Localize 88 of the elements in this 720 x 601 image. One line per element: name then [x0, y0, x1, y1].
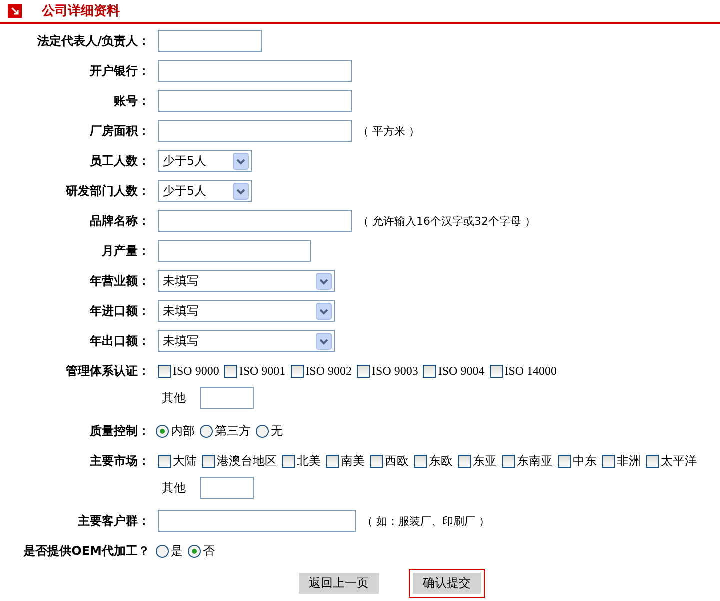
hint-text: （ 如：服装厂、印刷厂 ）: [362, 514, 490, 528]
text-input[interactable]: [158, 210, 352, 232]
option-label: 中东: [573, 452, 597, 470]
field-label: 厂房面积：: [88, 123, 151, 140]
dropdown[interactable]: 未填写: [158, 300, 335, 322]
option-label: ISO 9004: [438, 364, 485, 378]
checkbox[interactable]: [558, 454, 571, 468]
radio-button[interactable]: [256, 424, 269, 438]
field-label: 法定代表人/负责人：: [36, 33, 151, 50]
caret-icon: [233, 152, 249, 170]
checkbox[interactable]: [458, 454, 471, 468]
caret-icon: [316, 272, 332, 290]
option-label: 内部: [171, 422, 195, 440]
field-label: 主要客户群：: [77, 513, 151, 530]
other-label: 其他: [162, 390, 186, 406]
option-label: 太平洋: [661, 452, 697, 470]
field-label: 研发部门人数：: [64, 183, 151, 200]
dropdown[interactable]: 少于5人: [158, 180, 252, 202]
other-input[interactable]: [200, 477, 254, 499]
option-label: 东欧: [429, 452, 453, 470]
option-label: ISO 9003: [372, 364, 418, 378]
option-label: 是: [171, 542, 183, 560]
arrow-icon: [8, 4, 22, 18]
checkbox[interactable]: [158, 454, 171, 468]
option-label: ISO 9001: [239, 364, 286, 378]
checkbox[interactable]: [602, 454, 615, 468]
radio-button[interactable]: [156, 424, 169, 438]
dropdown[interactable]: 未填写: [158, 270, 335, 292]
option-label: 大陆: [173, 452, 197, 470]
field-label: 年进口额：: [88, 303, 151, 320]
checkbox[interactable]: [357, 364, 370, 378]
field-label: 账号：: [113, 93, 151, 110]
checkbox[interactable]: [423, 364, 436, 378]
checkbox[interactable]: [414, 454, 427, 468]
option-label: 东南亚: [517, 452, 553, 470]
dropdown[interactable]: 未填写: [158, 330, 335, 352]
field-label: 是否提供OEM代加工？: [22, 543, 151, 560]
text-input[interactable]: [158, 60, 352, 82]
checkbox[interactable]: [290, 364, 304, 378]
hint-text: （ 允许输入16个汉字或32个字母 ）: [358, 214, 536, 228]
dropdown[interactable]: 少于5人: [158, 150, 252, 172]
checkbox[interactable]: [490, 364, 503, 378]
hint-text: （ 平方米 ）: [358, 124, 420, 138]
option-label: 非洲: [617, 452, 641, 470]
other-input[interactable]: [200, 387, 254, 409]
text-input[interactable]: [158, 30, 262, 52]
option-label: 西欧: [385, 452, 409, 470]
form-button[interactable]: 返回上一页: [299, 573, 379, 594]
field-label: 质量控制：: [89, 423, 151, 440]
field-label: 年营业额：: [88, 273, 151, 290]
option-label: ISO 14000: [504, 364, 558, 378]
checkbox[interactable]: [502, 454, 515, 468]
checkbox[interactable]: [370, 454, 383, 468]
text-input[interactable]: [158, 120, 352, 142]
form-button[interactable]: 确认提交: [413, 573, 481, 594]
option-label: ISO 9000: [173, 364, 220, 378]
checkbox[interactable]: [202, 454, 215, 468]
option-label: 港澳台地区: [217, 452, 277, 470]
field-label: 主要市场：: [89, 453, 151, 470]
text-input[interactable]: [158, 240, 311, 262]
option-label: 否: [203, 542, 215, 560]
checkbox[interactable]: [282, 454, 295, 468]
other-label: 其他: [162, 480, 186, 496]
option-label: ISO 9002: [306, 364, 352, 378]
field-label: 管理体系认证：: [65, 363, 151, 380]
field-label: 品牌名称：: [89, 213, 151, 230]
radio-button[interactable]: [188, 544, 201, 558]
field-label: 年出口额：: [88, 333, 151, 350]
caret-icon: [316, 302, 332, 320]
caret-icon: [316, 332, 332, 350]
field-label: 员工人数：: [89, 153, 151, 170]
caret-icon: [233, 182, 249, 200]
field-label: 月产量：: [101, 243, 151, 260]
option-label: 北美: [297, 452, 321, 470]
option-label: 东亚: [473, 452, 497, 470]
option-label: 无: [271, 422, 283, 440]
option-label: 南美: [341, 452, 365, 470]
field-label: 开户银行：: [89, 63, 151, 80]
radio-button[interactable]: [200, 424, 213, 438]
checkbox[interactable]: [158, 364, 171, 378]
checkbox[interactable]: [326, 454, 339, 468]
option-label: 第三方: [215, 422, 251, 440]
checkbox[interactable]: [224, 364, 238, 378]
checkbox[interactable]: [646, 454, 659, 468]
section-title: 公司详细资料: [42, 2, 120, 20]
text-input[interactable]: [158, 510, 356, 532]
radio-button[interactable]: [156, 544, 169, 558]
text-input[interactable]: [158, 90, 352, 112]
